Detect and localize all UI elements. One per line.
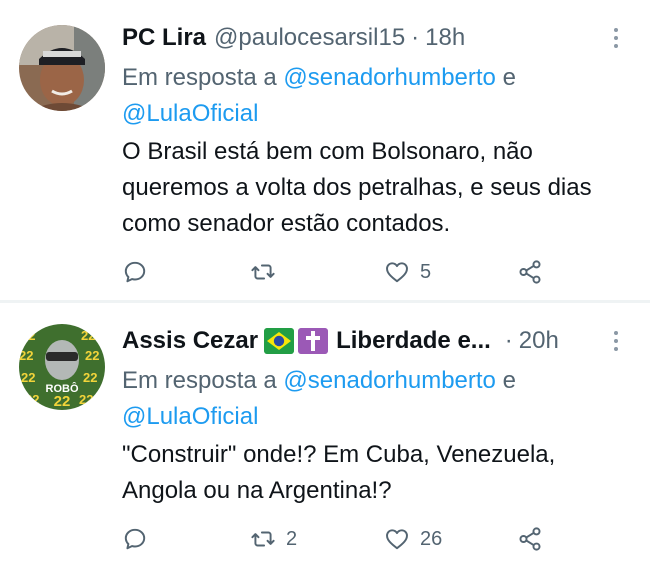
reply-button[interactable] [122, 256, 158, 288]
svg-text:22: 22 [25, 392, 39, 407]
like-button[interactable]: 26 [384, 523, 442, 555]
tweet-header: Assis Cezar Liberdade e... · 20h [122, 323, 610, 359]
display-name[interactable]: Assis Cezar [122, 327, 258, 355]
tweet-header: PC Lira @paulocesarsil15 · 18h [122, 20, 610, 56]
reply-icon [124, 261, 146, 283]
brazil-flag-emoji [264, 328, 295, 354]
separator-dot: · [411, 24, 420, 51]
timestamp[interactable]: 20h [519, 327, 559, 355]
like-button[interactable]: 5 [384, 256, 431, 288]
display-name-suffix[interactable]: Liberdade e... [336, 327, 491, 355]
mention-link[interactable]: @senadorhumberto [283, 64, 495, 91]
share-icon [519, 260, 541, 284]
reply-icon [124, 528, 146, 550]
more-icon[interactable] [604, 26, 628, 50]
reply-prefix: Em resposta a [122, 64, 277, 91]
retweet-count: 2 [286, 527, 298, 550]
reply-conjunction: e [502, 367, 516, 394]
reply-context: Em resposta a @senadorhumberto e @LulaOf… [122, 363, 622, 435]
action-bar: 2 26 [122, 523, 552, 555]
separator-dot: · [504, 327, 513, 354]
user-handle[interactable]: @paulocesarsil15 [214, 24, 405, 52]
mention-link[interactable]: @LulaOficial [122, 403, 258, 430]
heart-icon [386, 262, 408, 283]
tweet[interactable]: PC Lira @paulocesarsil15 · 18h Em respos… [0, 0, 650, 300]
like-count: 5 [420, 260, 432, 283]
svg-text:22: 22 [79, 392, 93, 407]
timestamp[interactable]: 18h [425, 24, 465, 52]
reply-prefix: Em resposta a [122, 367, 277, 394]
share-button[interactable] [517, 523, 543, 555]
tweet[interactable]: 22 22 22 22 22 22 22 22 ROBÔ 22 Assis Cezar … [0, 303, 650, 573]
svg-text:22: 22 [81, 328, 95, 343]
tweet-text: "Construir" onde!? Em Cuba, Venezuela, A… [122, 441, 556, 504]
retweet-icon [251, 264, 275, 280]
svg-text:22: 22 [21, 370, 35, 385]
action-bar: 5 [122, 256, 552, 288]
avatar[interactable]: 22 22 22 22 22 22 22 22 ROBÔ 22 [19, 324, 105, 410]
svg-text:22: 22 [54, 393, 71, 410]
mention-link[interactable]: @LulaOficial [122, 100, 258, 127]
retweet-button[interactable] [250, 256, 286, 288]
svg-text:22: 22 [85, 348, 99, 363]
reply-context: Em resposta a @senadorhumberto e @LulaOf… [122, 60, 622, 132]
reply-conjunction: e [502, 64, 516, 91]
mention-link[interactable]: @senadorhumberto [283, 367, 495, 394]
display-name[interactable]: PC Lira [122, 24, 206, 52]
more-icon[interactable] [604, 329, 628, 353]
heart-icon [386, 529, 408, 550]
svg-text:22: 22 [19, 348, 33, 363]
retweet-button[interactable]: 2 [250, 523, 297, 555]
svg-text:22: 22 [83, 370, 97, 385]
like-count: 26 [420, 527, 443, 550]
share-button[interactable] [517, 256, 543, 288]
share-icon [519, 527, 541, 551]
tweet-text: O Brasil está bem com Bolsonaro, não que… [122, 138, 592, 237]
reply-button[interactable] [122, 523, 158, 555]
svg-text:22: 22 [21, 328, 35, 343]
avatar[interactable] [19, 25, 105, 111]
latin-cross-emoji [298, 328, 329, 354]
retweet-icon [251, 531, 275, 547]
